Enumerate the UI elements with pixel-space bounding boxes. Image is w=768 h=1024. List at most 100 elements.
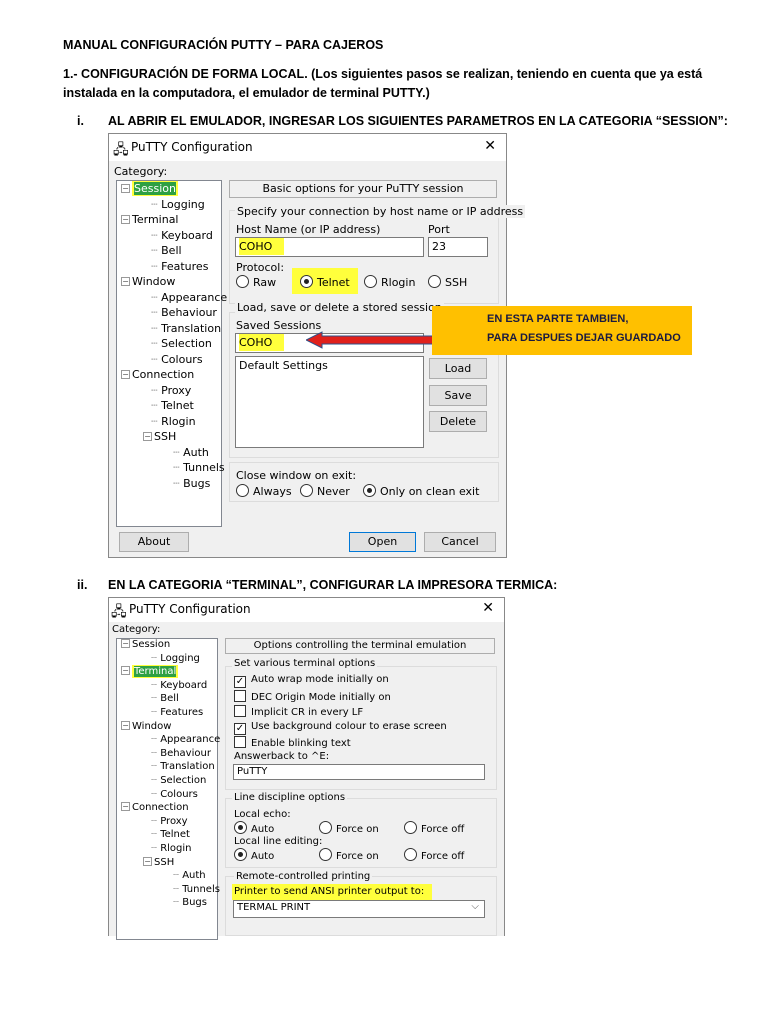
checkbox-icon[interactable] (234, 689, 246, 702)
checkbox-icon[interactable] (234, 705, 246, 717)
close-icon[interactable]: ✕ (482, 600, 494, 616)
radio-rlogin[interactable]: Rlogin (364, 275, 415, 289)
radio-raw[interactable]: Raw (236, 275, 276, 289)
tree-item-ssh[interactable]: − SSH (143, 856, 174, 868)
tree-item-connection[interactable]: − Connection (121, 368, 194, 381)
radio-never[interactable]: Never (300, 484, 350, 498)
load-button[interactable]: Load (429, 358, 487, 379)
close-window-label: Close window on exit: (236, 469, 357, 482)
tree-item-selection[interactable]: ┄ Selection (151, 775, 206, 786)
tree-item-telnet[interactable]: ┄ Telnet (151, 399, 194, 412)
delete-button[interactable]: Delete (429, 411, 487, 432)
cancel-button[interactable]: Cancel (424, 532, 496, 552)
tree-item-proxy[interactable]: ┄ Proxy (151, 384, 191, 397)
tree-item-bugs[interactable]: ┄ Bugs (173, 477, 210, 490)
tree-item-auth[interactable]: ┄ Auth (173, 446, 209, 459)
callout-line-1: EN ESTA PARTE TAMBIEN, (487, 313, 629, 325)
tree-item-behaviour[interactable]: ┄ Behaviour (151, 748, 211, 759)
answerback-input[interactable]: PuTTY (233, 764, 485, 780)
category-label: Category: (114, 165, 168, 178)
tree-item-terminal[interactable]: − Terminal (121, 665, 179, 679)
edit-auto-radio[interactable]: Auto (234, 848, 274, 862)
printer-label: Printer to send ANSI printer output to: (232, 884, 433, 900)
tree-item-bell[interactable]: ┄ Bell (151, 693, 179, 704)
putty-logo-icon: 🖧 (111, 604, 127, 620)
radio-ssh[interactable]: SSH (428, 275, 467, 289)
tree-item-bugs[interactable]: ┄ Bugs (173, 897, 207, 908)
tree-item-translation[interactable]: ┄ Translation (151, 761, 215, 772)
tree-item-proxy[interactable]: ┄ Proxy (151, 816, 188, 827)
tree-item-rlogin[interactable]: ┄ Rlogin (151, 415, 196, 428)
save-button[interactable]: Save (429, 385, 487, 406)
local-echo-label: Local echo: (234, 809, 291, 820)
checkbox-3[interactable]: ✓ Use background colour to erase screen (234, 721, 447, 735)
checkbox-icon[interactable]: ✓ (234, 722, 246, 735)
title-bar: 🖧 PuTTY Configuration ✕ (109, 134, 506, 161)
tree-item-auth[interactable]: ┄ Auth (173, 870, 206, 881)
tree-item-features[interactable]: ┄ Features (151, 707, 203, 718)
collapse-icon[interactable]: − (121, 639, 130, 648)
printer-select[interactable]: TERMAL PRINT ⌵ (233, 900, 485, 918)
close-icon[interactable]: ✕ (484, 138, 496, 154)
tree-item-session[interactable]: − Session (121, 639, 170, 650)
tree-item-tunnels[interactable]: ┄ Tunnels (173, 461, 225, 474)
about-button[interactable]: About (119, 532, 189, 552)
tree-item-selection[interactable]: ┄ Selection (151, 337, 212, 350)
tree-item-keyboard[interactable]: ┄ Keyboard (151, 229, 213, 242)
tree-item-window[interactable]: − Window (121, 275, 175, 288)
session-item-default[interactable]: Default Settings (239, 359, 420, 372)
checkbox-icon[interactable]: ✓ (234, 676, 246, 688)
echo-force-on-radio[interactable]: Force on (319, 821, 379, 835)
tree-item-logging[interactable]: ┄ Logging (151, 653, 200, 664)
dialog-title: PuTTY Configuration (129, 602, 251, 616)
checkbox-2[interactable]: Implicit CR in every LF (234, 705, 363, 718)
red-arrow-icon (306, 331, 435, 349)
tree-item-appearance[interactable]: ┄ Appearance (151, 291, 227, 304)
tree-item-telnet[interactable]: ┄ Telnet (151, 829, 190, 840)
sessions-list[interactable]: Default Settings (235, 356, 424, 448)
saved-sessions-value: COHO (239, 334, 285, 351)
tree-item-colours[interactable]: ┄ Colours (151, 789, 198, 800)
radio-telnet[interactable]: Telnet (292, 268, 358, 294)
host-name-input[interactable]: COHO (235, 237, 424, 257)
tree-item-rlogin[interactable]: ┄ Rlogin (151, 843, 192, 854)
echo-force-off-radio[interactable]: Force off (404, 821, 464, 835)
collapse-icon[interactable]: − (143, 432, 152, 441)
tree-item-keyboard[interactable]: ┄ Keyboard (151, 680, 207, 691)
tree-item-ssh[interactable]: − SSH (143, 430, 176, 443)
panel-header: Options controlling the terminal emulati… (225, 638, 495, 654)
checkbox-4[interactable]: Enable blinking text (234, 736, 351, 749)
tree-item-session[interactable]: − Session (121, 181, 178, 196)
tree-item-bell[interactable]: ┄ Bell (151, 244, 182, 257)
collapse-icon[interactable]: − (121, 666, 130, 676)
tree-item-window[interactable]: − Window (121, 720, 171, 732)
port-input[interactable]: 23 (428, 237, 488, 257)
radio-always[interactable]: Always (236, 484, 292, 498)
checkbox-1[interactable]: DEC Origin Mode initially on (234, 689, 391, 703)
tree-item-terminal[interactable]: − Terminal (121, 213, 179, 226)
checkbox-0[interactable]: ✓ Auto wrap mode initially on (234, 674, 389, 688)
edit-force-off-radio[interactable]: Force off (404, 848, 464, 862)
collapse-icon[interactable]: − (121, 215, 130, 224)
collapse-icon[interactable]: − (121, 370, 130, 379)
tree-item-logging[interactable]: ┄ Logging (151, 198, 205, 211)
radio-only-clean-exit[interactable]: Only on clean exit (363, 484, 479, 498)
step2-number: ii. (77, 578, 88, 592)
collapse-icon[interactable]: − (121, 720, 130, 730)
collapse-icon[interactable]: − (121, 184, 130, 193)
tree-item-appearance[interactable]: ┄ Appearance (151, 734, 220, 745)
tree-item-translation[interactable]: ┄ Translation (151, 322, 221, 335)
open-button[interactable]: Open (349, 532, 416, 552)
chevron-down-icon: ⌵ (471, 901, 479, 912)
edit-force-on-radio[interactable]: Force on (319, 848, 379, 862)
tree-item-behaviour[interactable]: ┄ Behaviour (151, 306, 217, 319)
tree-item-connection[interactable]: − Connection (121, 802, 189, 813)
collapse-icon[interactable]: − (121, 802, 130, 812)
collapse-icon[interactable]: − (143, 856, 152, 866)
checkbox-icon[interactable] (234, 736, 246, 748)
echo-auto-radio[interactable]: Auto (234, 821, 274, 835)
tree-item-tunnels[interactable]: ┄ Tunnels (173, 884, 220, 895)
tree-item-colours[interactable]: ┄ Colours (151, 353, 203, 366)
tree-item-features[interactable]: ┄ Features (151, 260, 208, 273)
collapse-icon[interactable]: − (121, 277, 130, 286)
